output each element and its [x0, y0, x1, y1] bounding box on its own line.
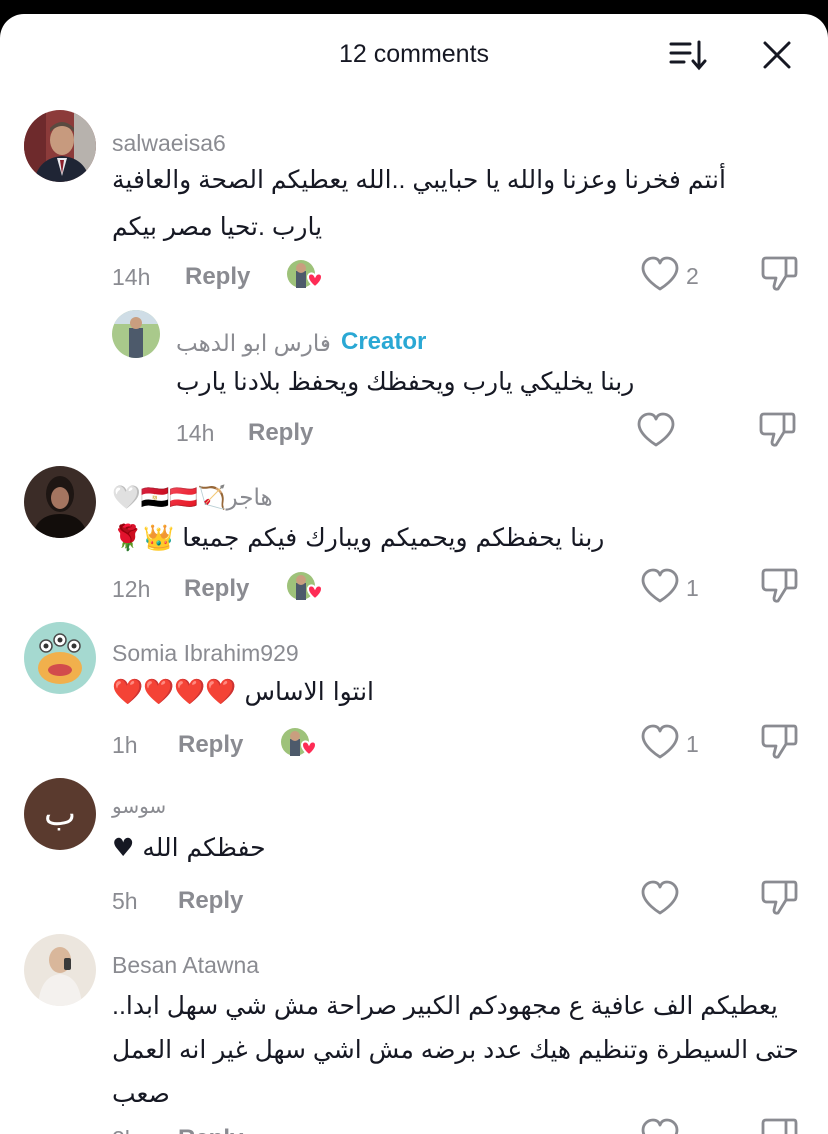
comment-time: 2h	[112, 1126, 138, 1134]
comment-time: 5h	[112, 888, 138, 914]
comments-header: 12 comments	[0, 14, 828, 94]
thumbs-down-icon[interactable]	[760, 1118, 798, 1134]
reply-username[interactable]: فارس ابو الدهب	[176, 330, 331, 357]
like-count: 1	[686, 575, 699, 601]
comment-username[interactable]: سوسو	[112, 794, 166, 819]
comment-item: ب سوسو حفظكم الله ♥ 5h Reply	[0, 774, 828, 924]
sort-icon	[669, 40, 707, 71]
comment-text-content: حفظكم الله ♥	[112, 833, 266, 862]
comment-text-line: حتى السيطرة وتنظيم هيك عدد برضه مش اشي س…	[112, 1036, 799, 1064]
creator-liked-icon	[287, 572, 324, 601]
comment-item: هاجر🏹🇪🇬🇦🇹🤍 ربنا يحفظكم ويحميكم ويبارك في…	[0, 462, 828, 612]
comment-item: Somia Ibrahim929 انتوا الاساس ❤️❤️❤️❤️ 1…	[0, 618, 828, 768]
comment-time: 1h	[112, 732, 138, 758]
comment-text-content: ربنا يحفظكم ويحميكم ويبارك فيكم جميعا 👑🌹	[112, 523, 605, 552]
reply-button[interactable]: Reply	[178, 731, 243, 759]
creator-liked-icon	[287, 260, 324, 289]
heart-outline-icon[interactable]	[636, 412, 676, 448]
close-button[interactable]	[760, 38, 794, 72]
comment-username-text: سوسو	[112, 796, 167, 818]
avatar[interactable]	[24, 934, 96, 1006]
comment-text-line: يارب .تحيا مصر بيكم	[112, 213, 323, 241]
comments-sheet: 12 comments salwaeisa6 أنتم فخرنا وعزنا …	[0, 14, 828, 1134]
creator-badge: Creator	[341, 328, 427, 355]
avatar[interactable]	[24, 466, 96, 538]
comment-text-line: صعب	[112, 1080, 170, 1108]
avatar[interactable]: ب	[24, 778, 96, 850]
comment-time: 14h	[176, 420, 215, 446]
username-separator: ·	[322, 330, 330, 356]
avatar[interactable]	[112, 310, 160, 358]
thumbs-down-icon[interactable]	[760, 256, 798, 292]
comment-text-line: حفظكم الله ♥	[112, 826, 266, 870]
heart-outline-icon[interactable]	[640, 724, 680, 760]
reply-button[interactable]: Reply	[184, 575, 249, 603]
close-icon	[763, 41, 791, 69]
comment-text-line: ربنا يحفظكم ويحميكم ويبارك فيكم جميعا 👑🌹	[112, 516, 604, 560]
comment-username[interactable]: Somia Ibrahim929	[112, 640, 299, 667]
comment-time: 12h	[112, 576, 151, 602]
comment-text-line: يعطيكم الف عافية ع مجهودكم الكبير صراحة …	[112, 992, 778, 1020]
reply-button[interactable]: Reply	[178, 1125, 243, 1134]
comment-username[interactable]: salwaeisa6	[112, 130, 226, 157]
comment-username[interactable]: هاجر🏹🇪🇬🇦🇹🤍	[112, 484, 273, 511]
avatar[interactable]	[24, 110, 96, 182]
heart-outline-icon[interactable]	[640, 256, 680, 292]
avatar-letter: ب	[43, 794, 76, 834]
comment-item: Besan Atawna يعطيكم الف عافية ع مجهودكم …	[0, 930, 828, 1134]
comment-username[interactable]: Besan Atawna	[112, 952, 259, 979]
heart-outline-icon[interactable]	[640, 568, 680, 604]
avatar[interactable]	[24, 622, 96, 694]
thumbs-down-icon[interactable]	[760, 568, 798, 604]
thumbs-down-icon[interactable]	[758, 412, 796, 448]
comment-text-line: ربنا يخليكي يارب ويحفظك ويحفظ بلادنا يار…	[176, 368, 635, 396]
reply-button[interactable]: Reply	[185, 263, 250, 291]
heart-outline-icon[interactable]	[640, 1118, 680, 1134]
comment-text-line: انتوا الاساس ❤️❤️❤️❤️	[112, 670, 374, 714]
comment-time: 14h	[112, 264, 151, 290]
like-count: 2	[686, 263, 699, 289]
comment-username-text: هاجر🏹🇪🇬🇦🇹🤍	[112, 485, 273, 511]
reply-username-text: فارس ابو الدهب	[176, 330, 331, 356]
like-count: 1	[686, 731, 699, 757]
sort-button[interactable]	[668, 38, 708, 72]
heart-outline-icon[interactable]	[640, 880, 680, 916]
comment-item: salwaeisa6 أنتم فخرنا وعزنا والله يا حبا…	[0, 106, 828, 296]
reply-button[interactable]: Reply	[178, 887, 243, 915]
reply-button[interactable]: Reply	[248, 419, 313, 447]
thumbs-down-icon[interactable]	[760, 724, 798, 760]
creator-liked-icon	[281, 728, 318, 757]
comment-text-line: أنتم فخرنا وعزنا والله يا حبايبي ..الله …	[112, 166, 726, 194]
comment-text-content: انتوا الاساس ❤️❤️❤️❤️	[112, 677, 374, 706]
comment-reply-item: فارس ابو الدهب · Creator ربنا يخليكي يار…	[0, 306, 828, 456]
thumbs-down-icon[interactable]	[760, 880, 798, 916]
